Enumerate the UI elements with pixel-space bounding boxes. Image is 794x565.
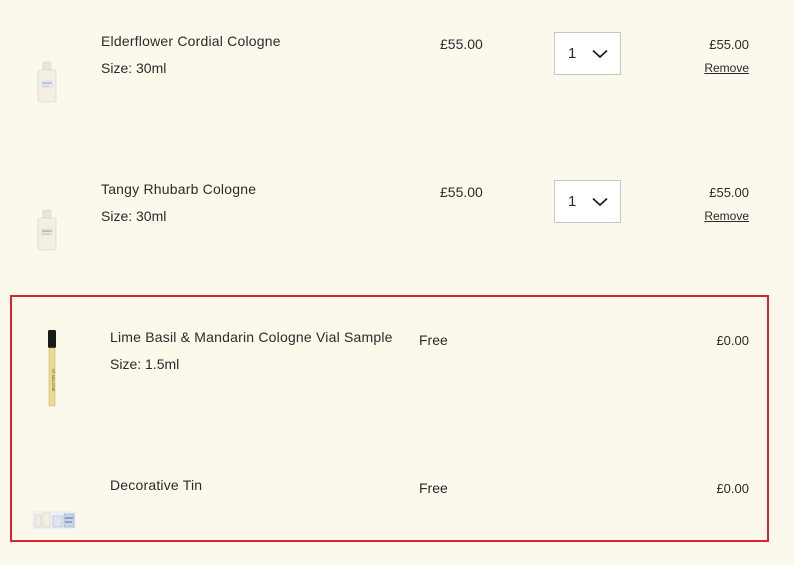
line-total: £55.00: [709, 185, 749, 200]
product-image[interactable]: JO MALONE: [45, 330, 59, 408]
free-item: JO MALONE Lime Basil & Mandarin Cologne …: [0, 300, 794, 440]
cart-item: Tangy Rhubarb Cologne Size: 30ml £55.00 …: [0, 148, 794, 288]
product-image[interactable]: [32, 507, 76, 531]
line-total: £55.00: [709, 37, 749, 52]
remove-link[interactable]: Remove: [704, 209, 749, 223]
svg-text:JO MALONE: JO MALONE: [51, 368, 56, 391]
vial-sample-icon: JO MALONE: [48, 330, 56, 407]
line-total: £0.00: [716, 333, 749, 348]
product-size: Size: 30ml: [101, 60, 167, 76]
product-name[interactable]: Lime Basil & Mandarin Cologne Vial Sampl…: [110, 329, 393, 345]
line-total: £0.00: [716, 481, 749, 496]
free-item: Decorative Tin Free £0.00: [0, 448, 794, 538]
chevron-down-icon: [592, 49, 608, 59]
quantity-value: 1: [568, 193, 577, 210]
product-image[interactable]: [35, 208, 59, 252]
unit-price: £55.00: [440, 36, 483, 52]
quantity-select[interactable]: 1: [554, 32, 621, 75]
chevron-down-icon: [592, 197, 608, 207]
decorative-tin-icon: [32, 511, 76, 529]
product-size: Size: 30ml: [101, 208, 167, 224]
product-image[interactable]: [35, 60, 59, 104]
remove-link[interactable]: Remove: [704, 61, 749, 75]
unit-price: £55.00: [440, 184, 483, 200]
product-name[interactable]: Elderflower Cordial Cologne: [101, 33, 281, 49]
unit-price: Free: [419, 480, 448, 496]
product-name[interactable]: Decorative Tin: [110, 477, 202, 493]
product-name[interactable]: Tangy Rhubarb Cologne: [101, 181, 256, 197]
quantity-select[interactable]: 1: [554, 180, 621, 223]
cologne-bottle-icon: [37, 209, 57, 251]
quantity-value: 1: [568, 45, 577, 62]
cart-item: Elderflower Cordial Cologne Size: 30ml £…: [0, 0, 794, 140]
unit-price: Free: [419, 332, 448, 348]
product-size: Size: 1.5ml: [110, 356, 180, 372]
cologne-bottle-icon: [37, 61, 57, 103]
